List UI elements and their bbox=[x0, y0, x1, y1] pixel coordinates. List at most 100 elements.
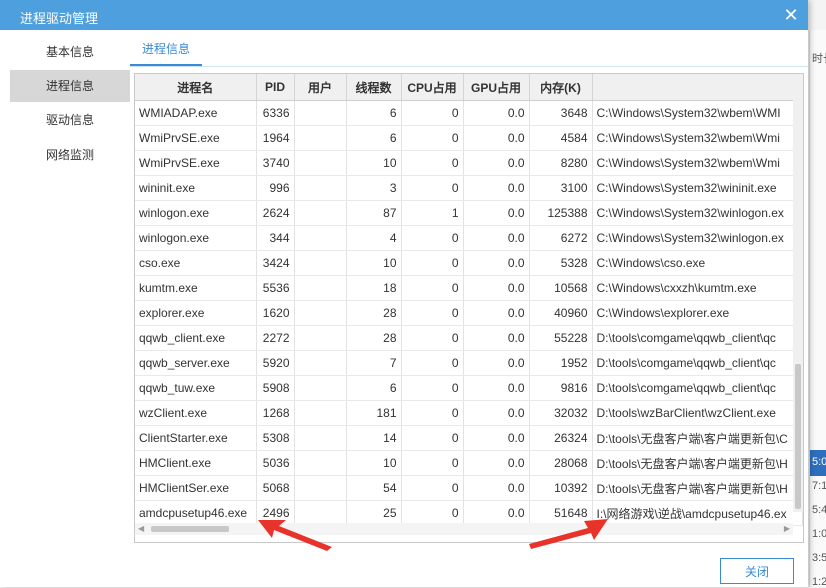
cell-cpu: 0 bbox=[401, 350, 464, 376]
table-row[interactable]: HMClient.exe 5036 10 0 0.0 28068 D:\tools\无盘客户… bbox=[135, 450, 803, 476]
cell-cpu: 1 bbox=[401, 200, 464, 226]
sidebar-item-network-monitor[interactable]: 网络监测 bbox=[10, 139, 130, 171]
cell-memory: 125388 bbox=[529, 200, 593, 226]
cell-user bbox=[294, 175, 347, 201]
column-header-memory[interactable]: 内存(K) bbox=[529, 74, 593, 101]
close-button[interactable]: 关闭 bbox=[720, 558, 794, 584]
sidebar-item-process-info[interactable]: 进程信息 bbox=[10, 70, 130, 102]
cell-memory: 3648 bbox=[529, 100, 593, 126]
table-row[interactable]: HMClientSer.exe 5068 54 0 0.0 10392 D:\tools\无… bbox=[135, 475, 803, 501]
cell-threads: 6 bbox=[346, 125, 402, 151]
vertical-scroll-thumb[interactable] bbox=[795, 364, 801, 509]
cell-path: D:\tools\wzBarClient\wzClient.exe bbox=[592, 400, 803, 426]
cell-user bbox=[294, 425, 347, 451]
cell-pid: 1964 bbox=[256, 125, 295, 151]
sidebar-item-basic-info[interactable]: 基本信息 bbox=[10, 36, 130, 68]
scroll-right-icon[interactable]: ▶ bbox=[784, 524, 790, 533]
cell-path: C:\Windows\explorer.exe bbox=[592, 300, 803, 326]
cell-memory: 26324 bbox=[529, 425, 593, 451]
cell-gpu: 0.0 bbox=[463, 475, 530, 501]
cell-pid: 5536 bbox=[256, 275, 295, 301]
column-header-pid[interactable]: PID bbox=[256, 74, 295, 101]
scroll-left-icon[interactable]: ◀ bbox=[138, 524, 144, 533]
cell-pid: 5308 bbox=[256, 425, 295, 451]
cell-pid: 2496 bbox=[256, 500, 295, 526]
table-row[interactable]: qqwb_client.exe 2272 28 0 0.0 55228 D:\tools\c… bbox=[135, 325, 803, 351]
column-header-path[interactable] bbox=[592, 74, 803, 101]
cell-memory: 51648 bbox=[529, 500, 593, 526]
cell-threads: 25 bbox=[346, 500, 402, 526]
table-row[interactable]: cso.exe 3424 10 0 0.0 5328 C:\Windows\cso.exe bbox=[135, 250, 803, 276]
table-row[interactable]: WmiPrvSE.exe 1964 6 0 0.0 4584 C:\Windows\Syst… bbox=[135, 125, 803, 151]
cell-memory: 55228 bbox=[529, 325, 593, 351]
horizontal-scroll-thumb[interactable] bbox=[151, 526, 229, 532]
table-row[interactable]: kumtm.exe 5536 18 0 0.0 10568 C:\Windows\cxxzh… bbox=[135, 275, 803, 301]
cell-path: C:\Windows\System32\winlogon.ex bbox=[592, 225, 803, 251]
cell-memory: 40960 bbox=[529, 300, 593, 326]
table-row[interactable]: qqwb_tuw.exe 5908 6 0 0.0 9816 D:\tools\comgam… bbox=[135, 375, 803, 401]
cell-threads: 28 bbox=[346, 300, 402, 326]
table-row[interactable]: WmiPrvSE.exe 3740 10 0 0.0 8280 C:\Windows\Sys… bbox=[135, 150, 803, 176]
vertical-scrollbar[interactable] bbox=[793, 74, 803, 512]
cell-cpu: 0 bbox=[401, 325, 464, 351]
table-row[interactable]: amdcpusetup46.exe 2496 25 0 0.0 51648 I:\网络游戏\… bbox=[135, 500, 803, 526]
table-row[interactable]: explorer.exe 1620 28 0 0.0 40960 C:\Windows\ex… bbox=[135, 300, 803, 326]
cell-pid: 996 bbox=[256, 175, 295, 201]
table-row[interactable]: winlogon.exe 344 4 0 0.0 6272 C:\Windows\Syste… bbox=[135, 225, 803, 251]
cell-cpu: 0 bbox=[401, 450, 464, 476]
cell-memory: 5328 bbox=[529, 250, 593, 276]
cell-threads: 54 bbox=[346, 475, 402, 501]
cell-process-name: qqwb_client.exe bbox=[135, 325, 257, 351]
cell-user bbox=[294, 200, 347, 226]
cell-threads: 6 bbox=[346, 375, 402, 401]
column-header-cpu[interactable]: CPU占用 bbox=[401, 74, 464, 101]
cell-user bbox=[294, 450, 347, 476]
table-row[interactable]: ClientStarter.exe 5308 14 0 0.0 26324 D:\tools… bbox=[135, 425, 803, 451]
cell-cpu: 0 bbox=[401, 100, 464, 126]
cell-cpu: 0 bbox=[401, 150, 464, 176]
cell-gpu: 0.0 bbox=[463, 325, 530, 351]
tab-process-info[interactable]: 进程信息 bbox=[130, 36, 202, 66]
cell-threads: 10 bbox=[346, 450, 402, 476]
cell-threads: 87 bbox=[346, 200, 402, 226]
cell-pid: 3740 bbox=[256, 150, 295, 176]
table-row[interactable]: qqwb_server.exe 5920 7 0 0.0 1952 D:\tools\com… bbox=[135, 350, 803, 376]
column-header-threads[interactable]: 线程数 bbox=[346, 74, 402, 101]
table-row[interactable]: winlogon.exe 2624 87 1 0.0 125388 C:\Windows\S… bbox=[135, 200, 803, 226]
background-label: 5:05 bbox=[812, 456, 826, 468]
column-header-gpu[interactable]: GPU占用 bbox=[463, 74, 530, 101]
table-row[interactable]: wininit.exe 996 3 0 0.0 3100 C:\Windows\System… bbox=[135, 175, 803, 201]
cell-pid: 1620 bbox=[256, 300, 295, 326]
cell-pid: 6336 bbox=[256, 100, 295, 126]
table-row[interactable]: WMIADAP.exe 6336 6 0 0.0 3648 C:\Windows\Syste… bbox=[135, 100, 803, 126]
cell-path: C:\Windows\System32\wbem\Wmi bbox=[592, 125, 803, 151]
cell-memory: 9816 bbox=[529, 375, 593, 401]
background-right-panel: 时长 5:05 7:17 5:42 1:09 3:56 1:27 bbox=[809, 30, 826, 588]
cell-cpu: 0 bbox=[401, 125, 464, 151]
cell-gpu: 0.0 bbox=[463, 225, 530, 251]
close-icon[interactable]: ✕ bbox=[780, 4, 802, 26]
cell-gpu: 0.0 bbox=[463, 350, 530, 376]
background-label: 3:56 bbox=[812, 552, 826, 564]
cell-cpu: 0 bbox=[401, 250, 464, 276]
cell-user bbox=[294, 375, 347, 401]
cell-memory: 32032 bbox=[529, 400, 593, 426]
background-label: 1:27 bbox=[812, 576, 826, 588]
cell-threads: 3 bbox=[346, 175, 402, 201]
column-header-process-name[interactable]: 进程名 bbox=[135, 74, 257, 101]
cell-process-name: WMIADAP.exe bbox=[135, 100, 257, 126]
cell-threads: 4 bbox=[346, 225, 402, 251]
table-row[interactable]: wzClient.exe 1268 181 0 0.0 32032 D:\tools\wzB… bbox=[135, 400, 803, 426]
column-header-user[interactable]: 用户 bbox=[294, 74, 347, 101]
cell-gpu: 0.0 bbox=[463, 125, 530, 151]
cell-user bbox=[294, 225, 347, 251]
cell-process-name: qqwb_server.exe bbox=[135, 350, 257, 376]
sidebar-item-driver-info[interactable]: 驱动信息 bbox=[10, 104, 130, 136]
cell-threads: 10 bbox=[346, 150, 402, 176]
cell-memory: 8280 bbox=[529, 150, 593, 176]
horizontal-scrollbar[interactable]: ◀ ▶ bbox=[135, 523, 793, 535]
cell-process-name: ClientStarter.exe bbox=[135, 425, 257, 451]
cell-gpu: 0.0 bbox=[463, 400, 530, 426]
cell-process-name: HMClientSer.exe bbox=[135, 475, 257, 501]
cell-threads: 7 bbox=[346, 350, 402, 376]
